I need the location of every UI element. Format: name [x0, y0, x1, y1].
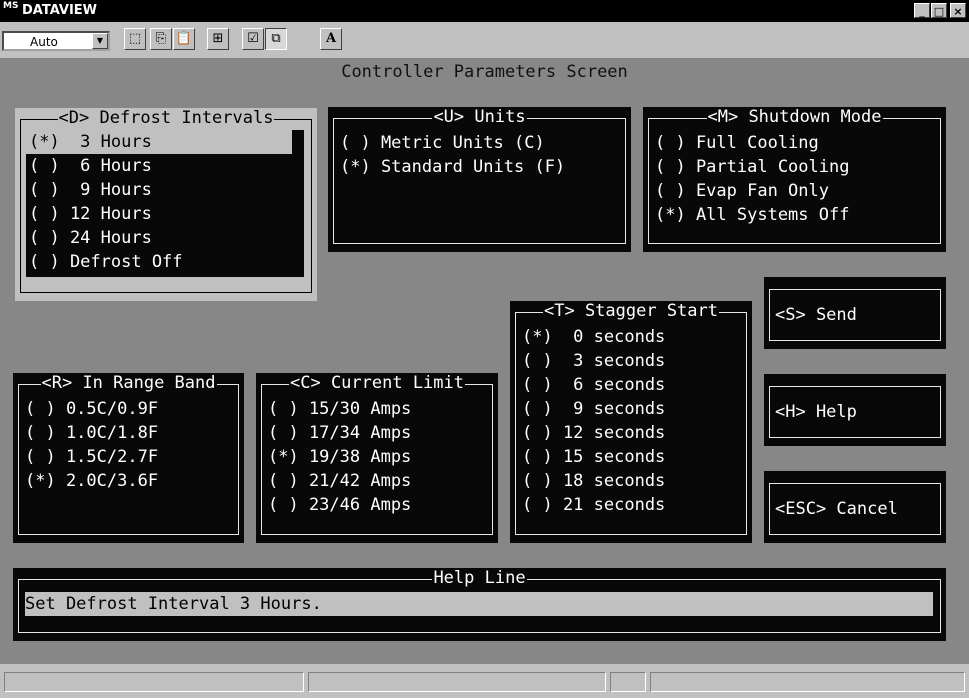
close-button[interactable]: × [950, 3, 966, 18]
app-icon[interactable]: MS [3, 2, 19, 18]
range-option[interactable]: ( ) 1.5C/2.7F [25, 445, 158, 469]
status-cell [610, 672, 646, 692]
shutdown-option[interactable]: ( ) Evap Fan Only [655, 179, 829, 203]
stagger-option[interactable]: ( ) 15 seconds [522, 445, 665, 469]
stagger-option[interactable]: ( ) 6 seconds [522, 373, 665, 397]
defrost-option[interactable]: ( ) 6 Hours [29, 154, 152, 178]
range-option[interactable]: (*) 2.0C/3.6F [25, 469, 158, 493]
units-option[interactable]: ( ) Metric Units (C) [340, 131, 545, 155]
toolbar: Auto ▼ ⬚ ⎘ 📋 ⊞ ☑ ⧉ A [0, 22, 969, 59]
units-group: <U> Units ( ) Metric Units (C) (*) Stand… [328, 107, 631, 252]
properties-icon[interactable]: ☑ [242, 28, 264, 50]
units-option[interactable]: (*) Standard Units (F) [340, 155, 565, 179]
current-option[interactable]: (*) 19/38 Amps [268, 445, 411, 469]
defrost-option[interactable]: (*) 3 Hours [29, 130, 152, 154]
helpline-text: Set Defrost Interval 3 Hours. [25, 592, 933, 616]
chevron-down-icon[interactable]: ▼ [92, 33, 108, 49]
help-line-group: Help Line Set Defrost Interval 3 Hours. [13, 568, 946, 641]
fullscreen-icon[interactable]: ⊞ [207, 28, 229, 50]
in-range-band-group: <R> In Range Band ( ) 0.5C/0.9F ( ) 1.0C… [13, 373, 244, 543]
shutdown-mode-group: <M> Shutdown Mode ( ) Full Cooling ( ) P… [643, 107, 946, 252]
shutdown-option[interactable]: ( ) Partial Cooling [655, 155, 849, 179]
stagger-title: <T> Stagger Start [543, 301, 719, 321]
font-size-select[interactable]: Auto ▼ [2, 31, 110, 51]
range-title: <R> In Range Band [40, 373, 217, 393]
units-title: <U> Units [432, 107, 527, 127]
defrost-option[interactable]: ( ) 12 Hours [29, 202, 152, 226]
send-button[interactable]: <S> Send [764, 277, 946, 349]
status-bar [0, 664, 969, 698]
helpline-title: Help Line [432, 568, 527, 588]
defrost-list[interactable]: (*) 3 Hours ( ) 6 Hours ( ) 9 Hours ( ) … [26, 130, 304, 277]
maximize-button[interactable]: □ [931, 3, 947, 18]
defrost-title: <D> Defrost Intervals [57, 108, 275, 128]
help-label: <H> Help [775, 402, 857, 422]
help-button[interactable]: <H> Help [764, 374, 946, 446]
defrost-option[interactable]: ( ) 24 Hours [29, 226, 152, 250]
title-bar[interactable]: MS DATAVIEW _ □ × [0, 0, 969, 22]
current-option[interactable]: ( ) 17/34 Amps [268, 421, 411, 445]
current-option[interactable]: ( ) 21/42 Amps [268, 469, 411, 493]
stagger-option[interactable]: ( ) 12 seconds [522, 421, 665, 445]
paste-icon[interactable]: 📋 [173, 28, 195, 50]
stagger-option[interactable]: ( ) 21 seconds [522, 493, 665, 517]
screen-title: Controller Parameters Screen [341, 62, 628, 82]
background-icon[interactable]: ⧉ [265, 28, 287, 50]
shutdown-option[interactable]: (*) All Systems Off [655, 203, 849, 227]
scroll-marker [292, 130, 304, 154]
range-option[interactable]: ( ) 1.0C/1.8F [25, 421, 158, 445]
terminal-screen: Controller Parameters Screen <D> Defrost… [0, 59, 969, 664]
current-option[interactable]: ( ) 23/46 Amps [268, 493, 411, 517]
defrost-option[interactable]: ( ) 9 Hours [29, 178, 152, 202]
status-cell [308, 672, 606, 692]
shutdown-option[interactable]: ( ) Full Cooling [655, 131, 819, 155]
font-icon[interactable]: A [320, 28, 342, 50]
stagger-option[interactable]: ( ) 3 seconds [522, 349, 665, 373]
window-title: DATAVIEW [22, 3, 97, 18]
select-icon[interactable]: ⬚ [124, 28, 146, 50]
shutdown-title: <M> Shutdown Mode [706, 107, 883, 127]
cancel-button[interactable]: <ESC> Cancel [764, 471, 946, 543]
send-label: <S> Send [775, 305, 857, 325]
current-title: <C> Current Limit [289, 373, 465, 393]
range-option[interactable]: ( ) 0.5C/0.9F [25, 397, 158, 421]
status-cell [4, 672, 304, 692]
stagger-option[interactable]: ( ) 18 seconds [522, 469, 665, 493]
copy-icon[interactable]: ⎘ [150, 28, 172, 50]
minimize-button[interactable]: _ [914, 3, 930, 18]
status-cell [650, 672, 965, 692]
cancel-label: <ESC> Cancel [775, 499, 898, 519]
current-limit-group: <C> Current Limit ( ) 15/30 Amps ( ) 17/… [256, 373, 498, 543]
stagger-option[interactable]: ( ) 9 seconds [522, 397, 665, 421]
font-size-value: Auto [30, 35, 58, 49]
stagger-start-group: <T> Stagger Start (*) 0 seconds ( ) 3 se… [510, 301, 752, 543]
defrost-intervals-group: <D> Defrost Intervals (*) 3 Hours ( ) 6 … [15, 108, 317, 301]
stagger-option[interactable]: (*) 0 seconds [522, 325, 665, 349]
current-option[interactable]: ( ) 15/30 Amps [268, 397, 411, 421]
defrost-option[interactable]: ( ) Defrost Off [29, 250, 183, 274]
